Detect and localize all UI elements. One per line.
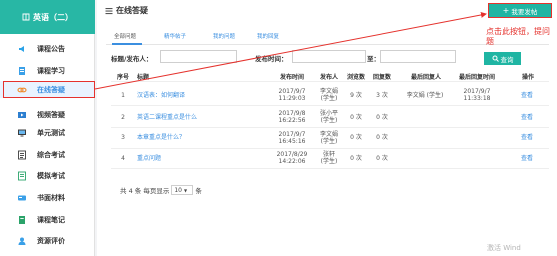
watermark: 激活 Wind	[487, 244, 521, 252]
annotation-arrow	[94, 11, 487, 90]
annotation-text: 点击此按钮，提问题	[486, 27, 550, 46]
